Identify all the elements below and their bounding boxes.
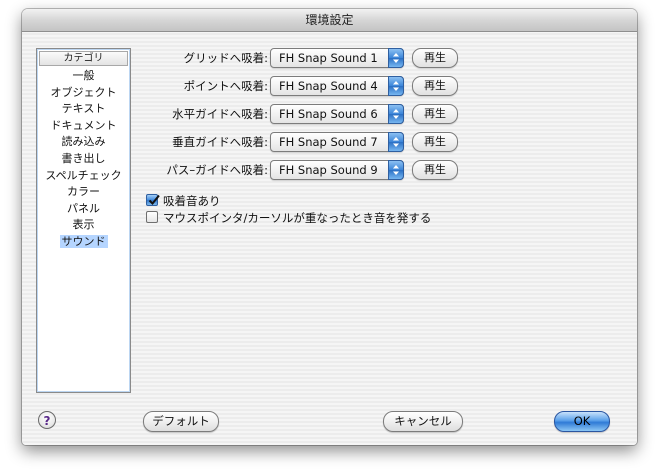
popup-arrows-icon	[388, 104, 404, 124]
sound-row-label: ポイントへ吸着:	[183, 79, 268, 93]
snap-sound-checkbox[interactable]	[146, 194, 160, 206]
popup-arrows-icon	[388, 48, 404, 68]
sound-row-label: グリッドへ吸着:	[183, 51, 268, 65]
sound-popup-value: FH Snap Sound 7	[279, 135, 378, 149]
ok-button[interactable]: OK	[554, 411, 610, 432]
sound-popup-value: FH Snap Sound 6	[279, 107, 378, 121]
popup-arrows-icon	[388, 76, 404, 96]
checkmark-icon	[148, 194, 160, 205]
play-button-horizontal-guide[interactable]: 再生	[412, 104, 458, 124]
help-button[interactable]: ?	[38, 411, 56, 429]
sound-popup-grid[interactable]: FH Snap Sound 1	[270, 48, 404, 68]
category-item-import[interactable]: 読み込み	[37, 134, 130, 151]
popup-arrows-icon	[388, 132, 404, 152]
category-list[interactable]: カテゴリ 一般 オブジェクト テキスト ドキュメント 読み込み 書き出し スペル…	[36, 48, 131, 393]
preferences-window: 環境設定 カテゴリ 一般 オブジェクト テキスト ドキュメント 読み込み 書き出…	[22, 9, 637, 445]
hover-sound-checkbox[interactable]	[146, 211, 158, 223]
sound-popup-value: FH Snap Sound 9	[279, 163, 378, 177]
window-title: 環境設定	[22, 9, 637, 32]
play-button-grid[interactable]: 再生	[412, 48, 458, 68]
category-item-display[interactable]: 表示	[37, 217, 130, 234]
category-item-export[interactable]: 書き出し	[37, 151, 130, 168]
category-item-color[interactable]: カラー	[37, 184, 130, 201]
sound-popup-value: FH Snap Sound 4	[279, 79, 378, 93]
category-item-spelling[interactable]: スペルチェック	[37, 168, 130, 185]
category-item-panels[interactable]: パネル	[37, 201, 130, 218]
play-button-vertical-guide[interactable]: 再生	[412, 132, 458, 152]
category-item-sound[interactable]: サウンド	[37, 234, 130, 251]
category-item-general[interactable]: 一般	[37, 68, 130, 85]
sound-popup-path-guide[interactable]: FH Snap Sound 9	[270, 160, 404, 180]
sound-row-label: 垂直ガイドへ吸着:	[172, 135, 268, 149]
category-list-header: カテゴリ	[39, 51, 128, 66]
play-button-point[interactable]: 再生	[412, 76, 458, 96]
category-item-document[interactable]: ドキュメント	[37, 118, 130, 135]
sound-popup-value: FH Snap Sound 1	[279, 51, 378, 65]
defaults-button[interactable]: デフォルト	[143, 411, 219, 432]
sound-popup-horizontal-guide[interactable]: FH Snap Sound 6	[270, 104, 404, 124]
cancel-button[interactable]: キャンセル	[383, 411, 463, 432]
category-items: 一般 オブジェクト テキスト ドキュメント 読み込み 書き出し スペルチェック …	[37, 68, 130, 251]
category-item-object[interactable]: オブジェクト	[37, 85, 130, 102]
play-button-path-guide[interactable]: 再生	[412, 160, 458, 180]
popup-arrows-icon	[388, 160, 404, 180]
snap-sound-label: 吸着音あり	[163, 194, 221, 208]
hover-sound-label: マウスポインタ/カーソルが重なったとき音を発する	[163, 211, 432, 225]
category-item-text[interactable]: テキスト	[37, 101, 130, 118]
sound-row-label: パス–ガイドへ吸着:	[166, 163, 268, 177]
sound-popup-point[interactable]: FH Snap Sound 4	[270, 76, 404, 96]
sound-row-label: 水平ガイドへ吸着:	[172, 107, 268, 121]
sound-popup-vertical-guide[interactable]: FH Snap Sound 7	[270, 132, 404, 152]
